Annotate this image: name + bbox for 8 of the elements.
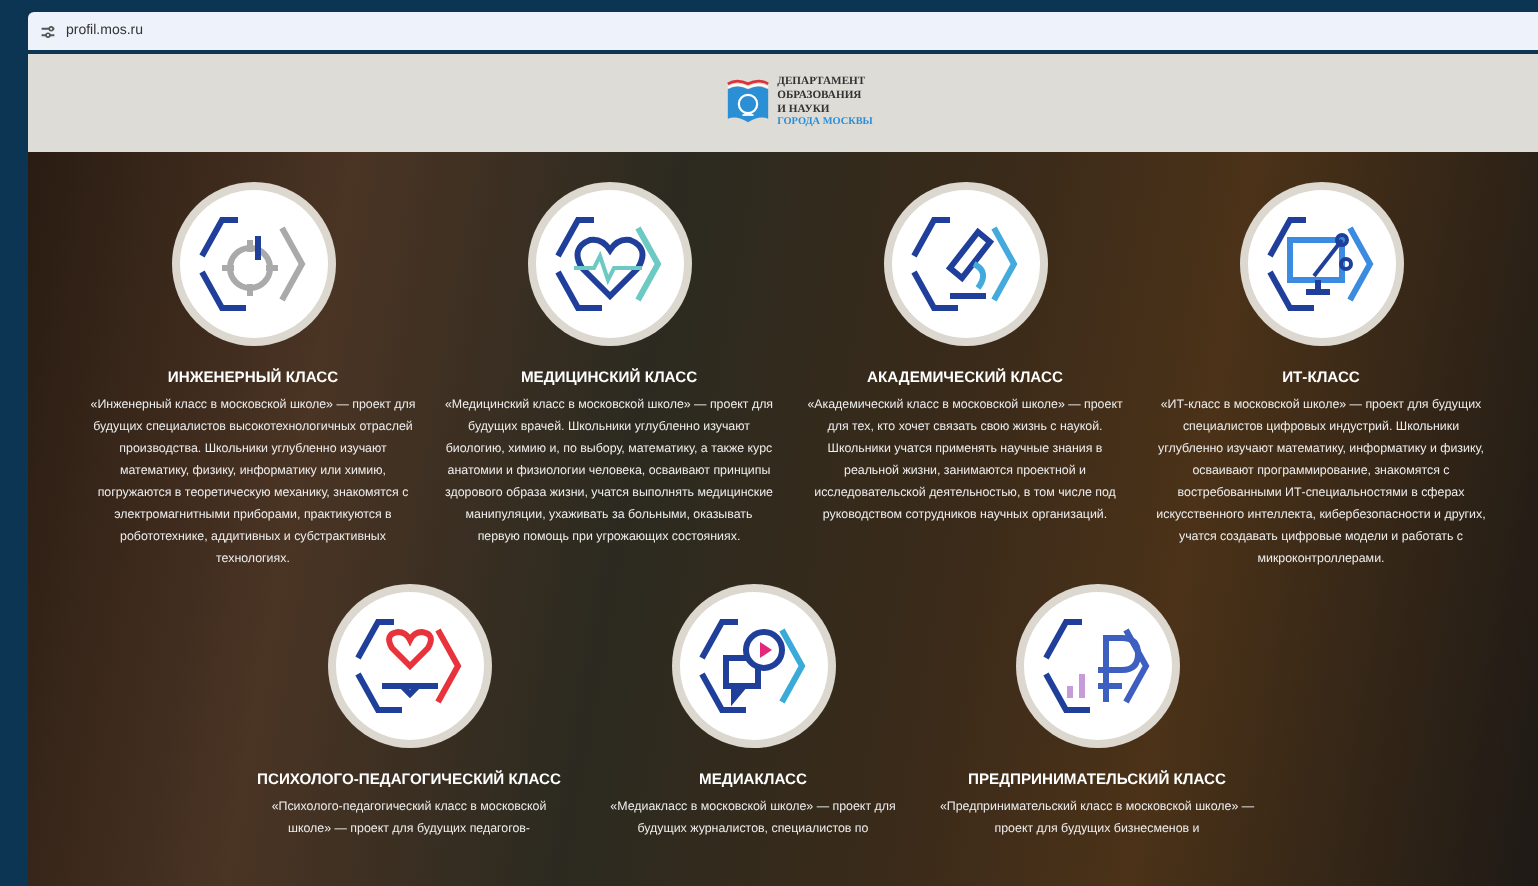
monitor-badge-icon[interactable] <box>1237 180 1405 348</box>
media-badge-icon[interactable] <box>669 582 837 750</box>
book-heart-badge-icon[interactable] <box>325 582 493 750</box>
microscope-badge-icon[interactable] <box>881 180 1049 348</box>
ruble-badge-icon[interactable] <box>1013 582 1181 750</box>
site-settings-icon[interactable] <box>40 23 56 39</box>
heart-badge-icon[interactable] <box>525 180 693 348</box>
gear-badge-icon[interactable] <box>169 180 337 348</box>
